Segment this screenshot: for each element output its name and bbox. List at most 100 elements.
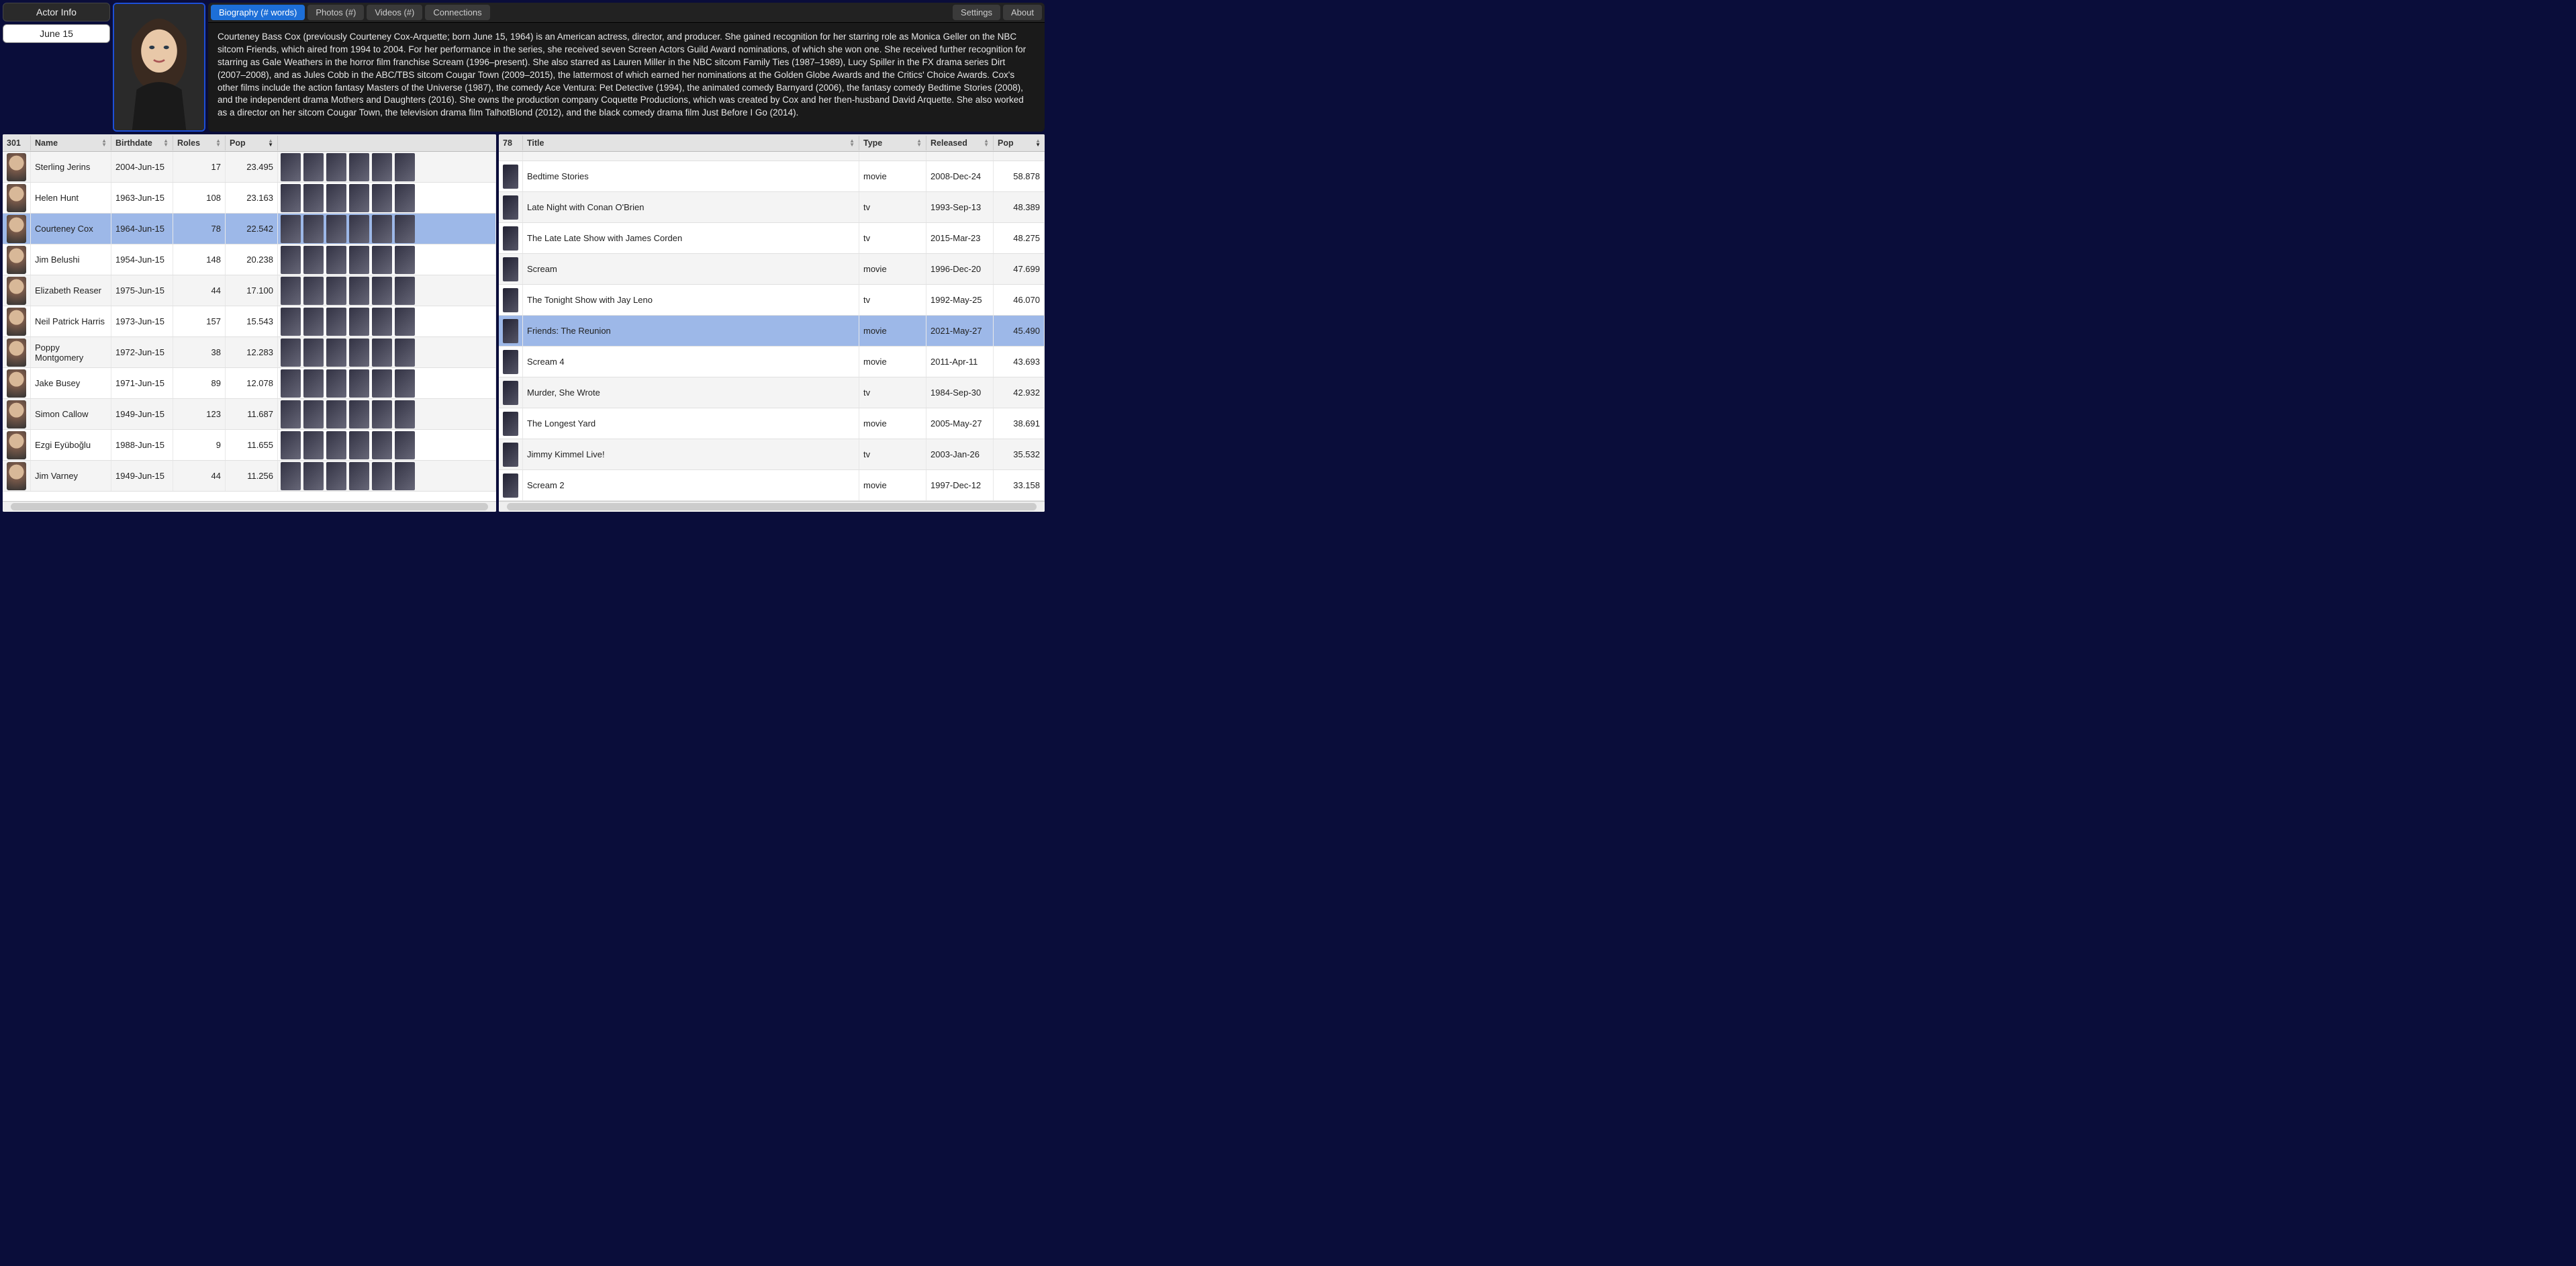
poster-thumb[interactable] — [281, 277, 301, 305]
col-roles[interactable]: Roles ▲▼ — [173, 136, 226, 150]
poster-thumb[interactable] — [281, 462, 301, 490]
poster-thumb[interactable] — [281, 184, 301, 212]
poster-thumb[interactable] — [395, 338, 415, 367]
actor-row[interactable]: Poppy Montgomery1972-Jun-153812.283 — [3, 337, 496, 368]
credit-row[interactable]: Friends: The Reunionmovie2021-May-2745.4… — [499, 316, 1045, 347]
col-pop[interactable]: Pop ▲▼ — [226, 136, 278, 150]
actors-grid-body[interactable]: Sterling Jerins2004-Jun-151723.495Helen … — [3, 152, 496, 501]
poster-thumb[interactable] — [503, 443, 518, 467]
poster-thumb[interactable] — [349, 338, 369, 367]
poster-thumb[interactable] — [326, 277, 346, 305]
poster-thumb[interactable] — [372, 308, 392, 336]
poster-thumb[interactable] — [503, 319, 518, 343]
poster-thumb[interactable] — [326, 431, 346, 459]
credit-row[interactable]: The Longest Yardmovie2005-May-2738.691 — [499, 408, 1045, 439]
poster-thumb[interactable] — [281, 246, 301, 274]
credit-row[interactable] — [499, 152, 1045, 161]
col-released[interactable]: Released ▲▼ — [926, 136, 994, 150]
poster-thumb[interactable] — [303, 277, 324, 305]
poster-thumb[interactable] — [326, 338, 346, 367]
poster-thumb[interactable] — [326, 153, 346, 181]
poster-thumb[interactable] — [503, 226, 518, 251]
actors-count-header[interactable]: 301 — [3, 136, 31, 150]
poster-thumb[interactable] — [281, 308, 301, 336]
poster-thumb[interactable] — [349, 184, 369, 212]
poster-thumb[interactable] — [395, 184, 415, 212]
poster-thumb[interactable] — [303, 215, 324, 243]
credit-row[interactable]: Scream 2movie1997-Dec-1233.158 — [499, 470, 1045, 501]
actor-row[interactable]: Neil Patrick Harris1973-Jun-1515715.543 — [3, 306, 496, 337]
poster-thumb[interactable] — [303, 400, 324, 428]
poster-thumb[interactable] — [281, 431, 301, 459]
poster-thumb[interactable] — [326, 246, 346, 274]
poster-thumb[interactable] — [395, 277, 415, 305]
poster-thumb[interactable] — [349, 431, 369, 459]
poster-thumb[interactable] — [326, 400, 346, 428]
col-name[interactable]: Name ▲▼ — [31, 136, 111, 150]
poster-thumb[interactable] — [326, 462, 346, 490]
poster-thumb[interactable] — [349, 308, 369, 336]
credit-row[interactable]: The Tonight Show with Jay Lenotv1992-May… — [499, 285, 1045, 316]
poster-thumb[interactable] — [281, 369, 301, 398]
poster-thumb[interactable] — [349, 215, 369, 243]
col-title[interactable]: Title ▲▼ — [523, 136, 859, 150]
poster-thumb[interactable] — [281, 338, 301, 367]
actor-row[interactable]: Ezgi Eyüboğlu1988-Jun-15911.655 — [3, 430, 496, 461]
actor-row[interactable]: Helen Hunt1963-Jun-1510823.163 — [3, 183, 496, 214]
credit-row[interactable]: Jimmy Kimmel Live!tv2003-Jan-2635.532 — [499, 439, 1045, 470]
actor-row[interactable]: Jake Busey1971-Jun-158912.078 — [3, 368, 496, 399]
credits-grid-hscroll[interactable] — [499, 501, 1045, 512]
poster-thumb[interactable] — [503, 288, 518, 312]
poster-thumb[interactable] — [372, 431, 392, 459]
poster-thumb[interactable] — [503, 473, 518, 498]
poster-thumb[interactable] — [395, 215, 415, 243]
credit-row[interactable]: Screammovie1996-Dec-2047.699 — [499, 254, 1045, 285]
poster-thumb[interactable] — [281, 153, 301, 181]
about-button[interactable]: About — [1003, 5, 1042, 20]
poster-thumb[interactable] — [395, 431, 415, 459]
actors-grid-hscroll[interactable] — [3, 501, 496, 512]
poster-thumb[interactable] — [372, 462, 392, 490]
poster-thumb[interactable] — [349, 369, 369, 398]
actor-row[interactable]: Jim Varney1949-Jun-154411.256 — [3, 461, 496, 492]
poster-thumb[interactable] — [372, 338, 392, 367]
poster-thumb[interactable] — [395, 308, 415, 336]
poster-thumb[interactable] — [372, 215, 392, 243]
poster-thumb[interactable] — [395, 153, 415, 181]
poster-thumb[interactable] — [303, 338, 324, 367]
poster-thumb[interactable] — [503, 257, 518, 281]
col-type[interactable]: Type ▲▼ — [859, 136, 926, 150]
poster-thumb[interactable] — [326, 184, 346, 212]
poster-thumb[interactable] — [349, 400, 369, 428]
poster-thumb[interactable] — [503, 165, 518, 189]
poster-thumb[interactable] — [326, 369, 346, 398]
poster-thumb[interactable] — [303, 462, 324, 490]
tab-connections[interactable]: Connections — [425, 5, 489, 20]
credit-row[interactable]: Murder, She Wrotetv1984-Sep-3042.932 — [499, 377, 1045, 408]
actor-row[interactable]: Sterling Jerins2004-Jun-151723.495 — [3, 152, 496, 183]
poster-thumb[interactable] — [303, 431, 324, 459]
poster-thumb[interactable] — [372, 184, 392, 212]
actor-row[interactable]: Courteney Cox1964-Jun-157822.542 — [3, 214, 496, 244]
poster-thumb[interactable] — [281, 400, 301, 428]
date-selector[interactable]: June 15 — [3, 24, 110, 43]
poster-thumb[interactable] — [395, 462, 415, 490]
poster-thumb[interactable] — [349, 462, 369, 490]
tab-videos[interactable]: Videos (#) — [367, 5, 422, 20]
actor-row[interactable]: Jim Belushi1954-Jun-1514820.238 — [3, 244, 496, 275]
tab-biography[interactable]: Biography (# words) — [211, 5, 305, 20]
actor-row[interactable]: Elizabeth Reaser1975-Jun-154417.100 — [3, 275, 496, 306]
poster-thumb[interactable] — [349, 153, 369, 181]
poster-thumb[interactable] — [349, 246, 369, 274]
credit-row[interactable]: The Late Late Show with James Cordentv20… — [499, 223, 1045, 254]
poster-thumb[interactable] — [395, 369, 415, 398]
tab-photos[interactable]: Photos (#) — [307, 5, 364, 20]
poster-thumb[interactable] — [349, 277, 369, 305]
poster-thumb[interactable] — [326, 215, 346, 243]
poster-thumb[interactable] — [372, 277, 392, 305]
credit-row[interactable]: Late Night with Conan O'Brientv1993-Sep-… — [499, 192, 1045, 223]
credit-row[interactable]: Scream 4movie2011-Apr-1143.693 — [499, 347, 1045, 377]
actor-row[interactable]: Simon Callow1949-Jun-1512311.687 — [3, 399, 496, 430]
poster-thumb[interactable] — [503, 350, 518, 374]
poster-thumb[interactable] — [395, 400, 415, 428]
